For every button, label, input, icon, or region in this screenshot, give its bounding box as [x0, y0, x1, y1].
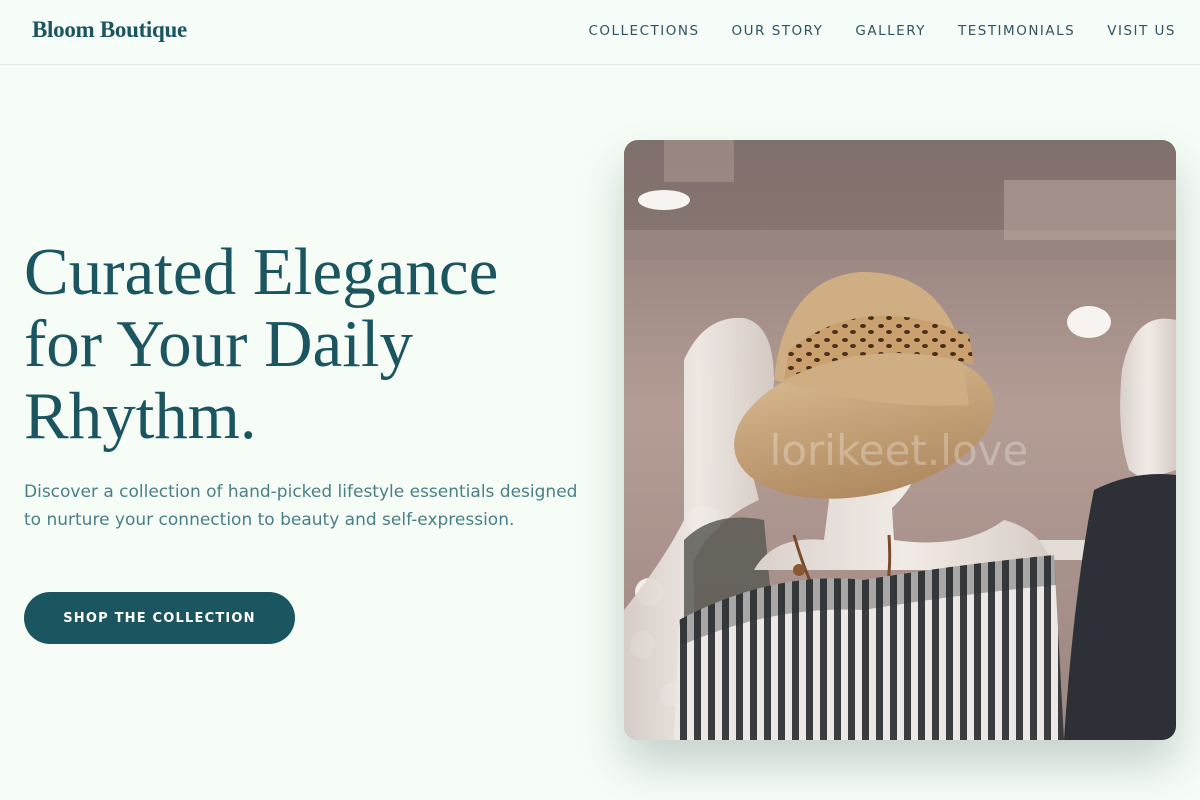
nav-item-collections[interactable]: COLLECTIONS	[588, 23, 699, 39]
nav-item-gallery[interactable]: GALLERY	[855, 23, 926, 39]
brand-logo[interactable]: Bloom Boutique	[32, 17, 187, 43]
site-header: Bloom Boutique COLLECTIONS OUR STORY GAL…	[0, 0, 1200, 65]
nav-item-testimonials[interactable]: TESTIMONIALS	[958, 23, 1075, 39]
hero-title: Curated Elegance for Your Daily Rhythm.	[24, 236, 594, 452]
hero-image: lorikeet.love	[624, 140, 1176, 740]
hero-title-line: Curated Elegance	[24, 235, 499, 309]
shop-collection-button[interactable]: SHOP THE COLLECTION	[24, 592, 295, 644]
hero-title-line: for Your Daily	[24, 307, 413, 381]
hero-subtitle: Discover a collection of hand-picked lif…	[24, 482, 578, 530]
mannequin-photo: lorikeet.love	[624, 140, 1176, 740]
hero-title-line: Rhythm.	[24, 379, 257, 453]
nav-item-our-story[interactable]: OUR STORY	[732, 23, 824, 39]
nav-item-visit-us[interactable]: VISIT US	[1107, 23, 1176, 39]
main-nav: COLLECTIONS OUR STORY GALLERY TESTIMONIA…	[588, 23, 1176, 39]
watermark-text: lorikeet.love	[770, 426, 1029, 475]
